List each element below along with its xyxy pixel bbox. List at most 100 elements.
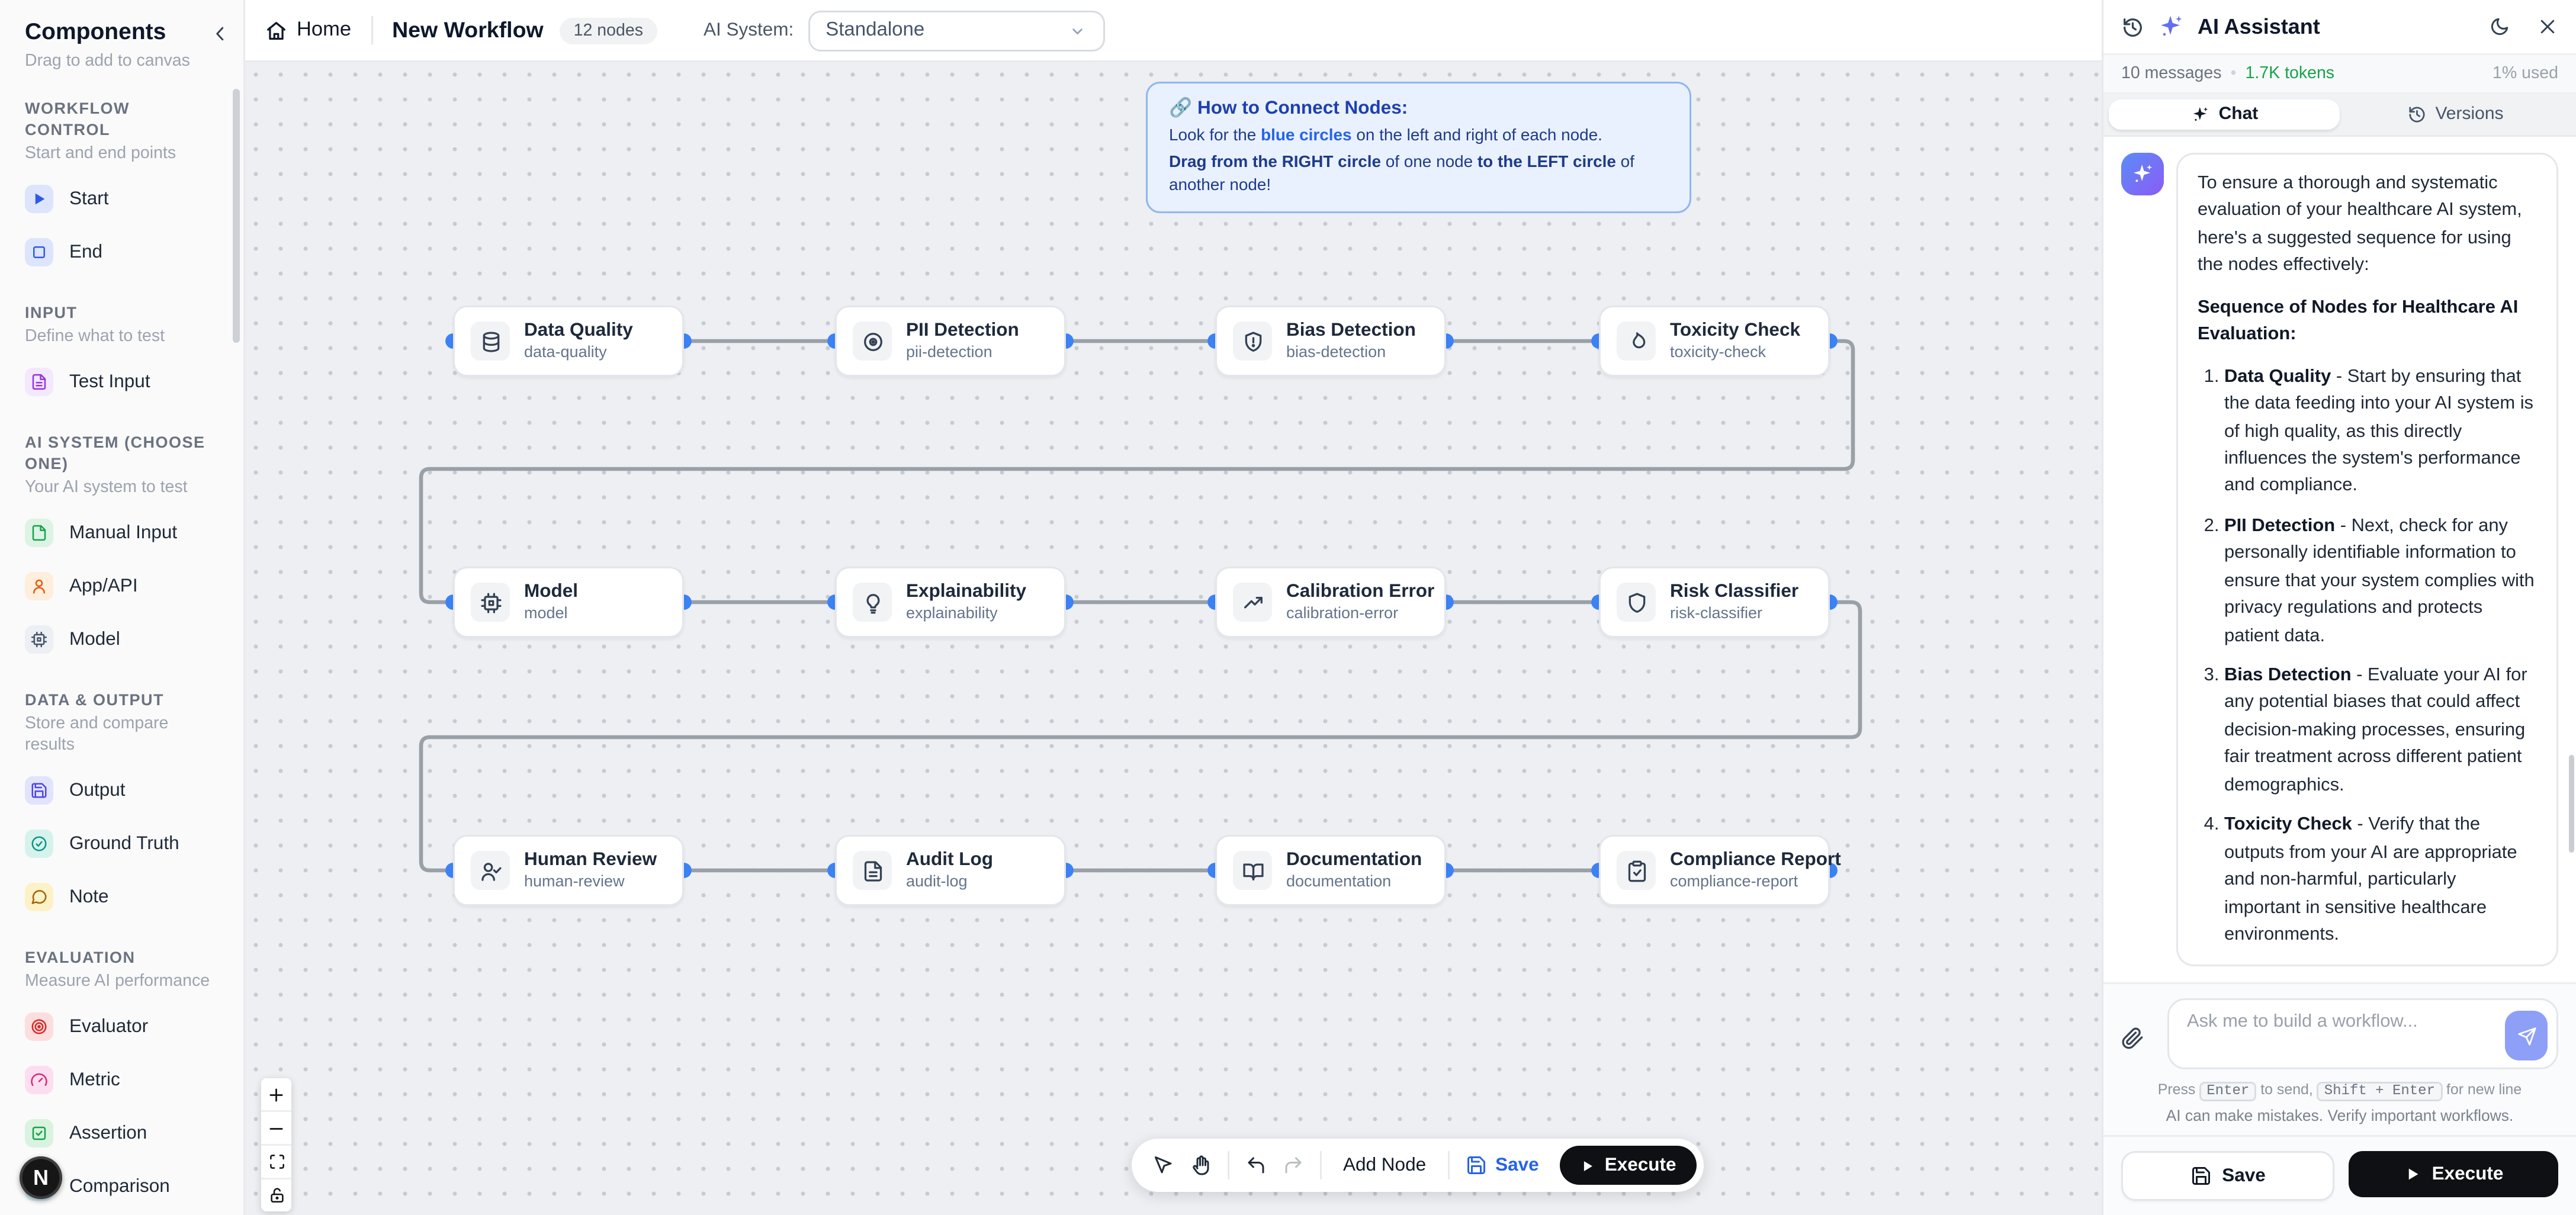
node-title: Risk Classifier xyxy=(1670,580,1799,602)
sidebar-item-metric[interactable]: Metric xyxy=(25,1054,219,1107)
sidebar-item-manual-input[interactable]: Manual Input xyxy=(25,507,219,560)
node-toxicity-check[interactable]: Toxicity Check toxicity-check xyxy=(1599,306,1830,377)
panel-execute-button[interactable]: Execute xyxy=(2349,1151,2558,1197)
sidebar-item-label: Assertion xyxy=(69,1123,147,1145)
section-label: INPUT xyxy=(25,304,78,322)
sidebar-item-start[interactable]: Start xyxy=(25,172,219,226)
add-node-button[interactable]: Add Node xyxy=(1338,1155,1431,1176)
cpu-icon xyxy=(25,625,53,654)
undo-button[interactable] xyxy=(1245,1155,1267,1176)
workflow-canvas[interactable]: Data Quality data-quality PII Detection pii… xyxy=(243,62,2103,1215)
redo-button[interactable] xyxy=(1283,1155,1304,1176)
chat-input[interactable]: Ask me to build a workflow... xyxy=(2167,998,2558,1069)
node-audit-log[interactable]: Audit Log audit-log xyxy=(835,835,1066,906)
attach-file-icon[interactable] xyxy=(2121,1027,2144,1050)
zoom-out-button[interactable] xyxy=(261,1112,291,1146)
divider xyxy=(1447,1151,1450,1179)
section-description: Start and end points xyxy=(25,144,176,164)
nextjs-dev-badge[interactable]: N xyxy=(20,1156,62,1199)
send-icon xyxy=(2517,1026,2536,1046)
tab-chat[interactable]: Chat xyxy=(2109,99,2340,130)
save-icon xyxy=(1465,1155,1486,1176)
sidebar-item-test-input[interactable]: Test Input xyxy=(25,356,219,409)
node-explainability[interactable]: Explainability explainability xyxy=(835,567,1066,638)
execute-button[interactable]: Execute xyxy=(1560,1146,1696,1185)
node-compliance-report[interactable]: Compliance Report compliance-report xyxy=(1599,835,1841,906)
pan-tool-button[interactable] xyxy=(1190,1155,1212,1176)
node-title: Data Quality xyxy=(524,319,633,341)
sidebar-item-label: Evaluator xyxy=(69,1016,149,1038)
section-items: Test Input xyxy=(25,356,219,409)
node-calibration-error[interactable]: Calibration Error calibration-error xyxy=(1215,567,1446,638)
dark-mode-toggle[interactable] xyxy=(2489,16,2510,37)
save-button[interactable]: Save xyxy=(1465,1155,1539,1176)
history-icon[interactable] xyxy=(2121,15,2144,38)
zoom-in-button[interactable] xyxy=(261,1078,291,1112)
node-title: Compliance Report xyxy=(1670,848,1841,870)
sidebar-item-label: Manual Input xyxy=(69,522,178,544)
chat-messages[interactable]: To ensure a thorough and systematic eval… xyxy=(2103,137,2576,982)
section-description: Store and compare results xyxy=(25,715,169,756)
eye-dot-icon xyxy=(853,322,892,361)
tab-chat-label: Chat xyxy=(2218,105,2259,124)
node-subtitle: toxicity-check xyxy=(1670,343,1766,362)
sidebar-item-evaluator[interactable]: Evaluator xyxy=(25,1001,219,1054)
sidebar-item-output[interactable]: Output xyxy=(25,764,219,818)
node-title: Bias Detection xyxy=(1286,319,1416,341)
node-title: PII Detection xyxy=(906,319,1019,341)
usage-percent: 1% used xyxy=(2493,64,2558,83)
home-button[interactable]: Home xyxy=(265,19,351,42)
sidebar-item-note[interactable]: Note xyxy=(25,871,219,924)
section-description: Measure AI performance xyxy=(25,972,210,992)
file-icon xyxy=(25,519,53,548)
divider xyxy=(371,16,373,44)
sidebar-item-label: End xyxy=(69,242,103,263)
fit-view-button[interactable] xyxy=(261,1146,291,1179)
panel-save-button[interactable]: Save xyxy=(2121,1151,2334,1201)
node-title: Explainability xyxy=(906,580,1027,602)
node-human-review[interactable]: Human Review human-review xyxy=(453,835,684,906)
sidebar-item-label: Note xyxy=(69,886,109,908)
select-tool-button[interactable] xyxy=(1153,1155,1174,1176)
check-square-icon xyxy=(25,1119,53,1148)
send-button[interactable] xyxy=(2505,1011,2548,1060)
chat-scrollbar[interactable] xyxy=(2569,755,2574,853)
node-documentation[interactable]: Documentation documentation xyxy=(1215,835,1446,906)
section-label: WORKFLOW CONTROL xyxy=(25,99,130,139)
tab-versions[interactable]: Versions xyxy=(2340,99,2571,130)
sidebar-item-end[interactable]: End xyxy=(25,226,219,279)
close-icon[interactable] xyxy=(2537,16,2558,37)
sidebar-title: Components xyxy=(25,18,166,44)
home-icon xyxy=(265,19,288,42)
section-description: Define what to test xyxy=(25,327,165,347)
node-count-badge: 12 nodes xyxy=(559,17,657,44)
sidebar-item-model[interactable]: Model xyxy=(25,613,219,667)
assistant-avatar xyxy=(2121,153,2164,195)
workflow-title: New Workflow xyxy=(392,18,544,43)
sidebar-item-app-api[interactable]: App/API xyxy=(25,560,219,613)
message-intro: To ensure a thorough and systematic eval… xyxy=(2198,174,2522,276)
sidebar-item-assertion[interactable]: Assertion xyxy=(25,1107,219,1161)
node-pii-detection[interactable]: PII Detection pii-detection xyxy=(835,306,1066,377)
collapse-sidebar-button[interactable] xyxy=(210,23,231,44)
node-subtitle: data-quality xyxy=(524,343,607,362)
node-bias-detection[interactable]: Bias Detection bias-detection xyxy=(1215,306,1446,377)
node-data-quality[interactable]: Data Quality data-quality xyxy=(453,306,684,377)
node-model[interactable]: Model model xyxy=(453,567,684,638)
top-bar: Home New Workflow 12 nodes AI System: St… xyxy=(243,0,2103,62)
ai-system-select[interactable]: Standalone xyxy=(808,9,1105,51)
node-title: Human Review xyxy=(524,848,657,870)
info-box-line-1: Look for the blue circles on the left an… xyxy=(1169,125,1602,143)
node-subtitle: human-review xyxy=(524,873,625,891)
ai-system-label: AI System: xyxy=(703,20,794,41)
clipboard-check-icon xyxy=(1617,851,1656,890)
sidebar-item-label: Comparison xyxy=(69,1176,170,1198)
sidebar-item-ground-truth[interactable]: Ground Truth xyxy=(25,818,219,871)
node-risk-classifier[interactable]: Risk Classifier risk-classifier xyxy=(1599,567,1830,638)
info-box-line-2: Drag from the RIGHT circle of one node t… xyxy=(1169,153,1634,194)
sidebar-scrollbar[interactable] xyxy=(233,89,240,343)
check-circle-icon xyxy=(25,830,53,859)
message-circle-icon xyxy=(25,883,53,912)
lock-button[interactable] xyxy=(261,1179,291,1211)
node-title: Model xyxy=(524,580,579,602)
